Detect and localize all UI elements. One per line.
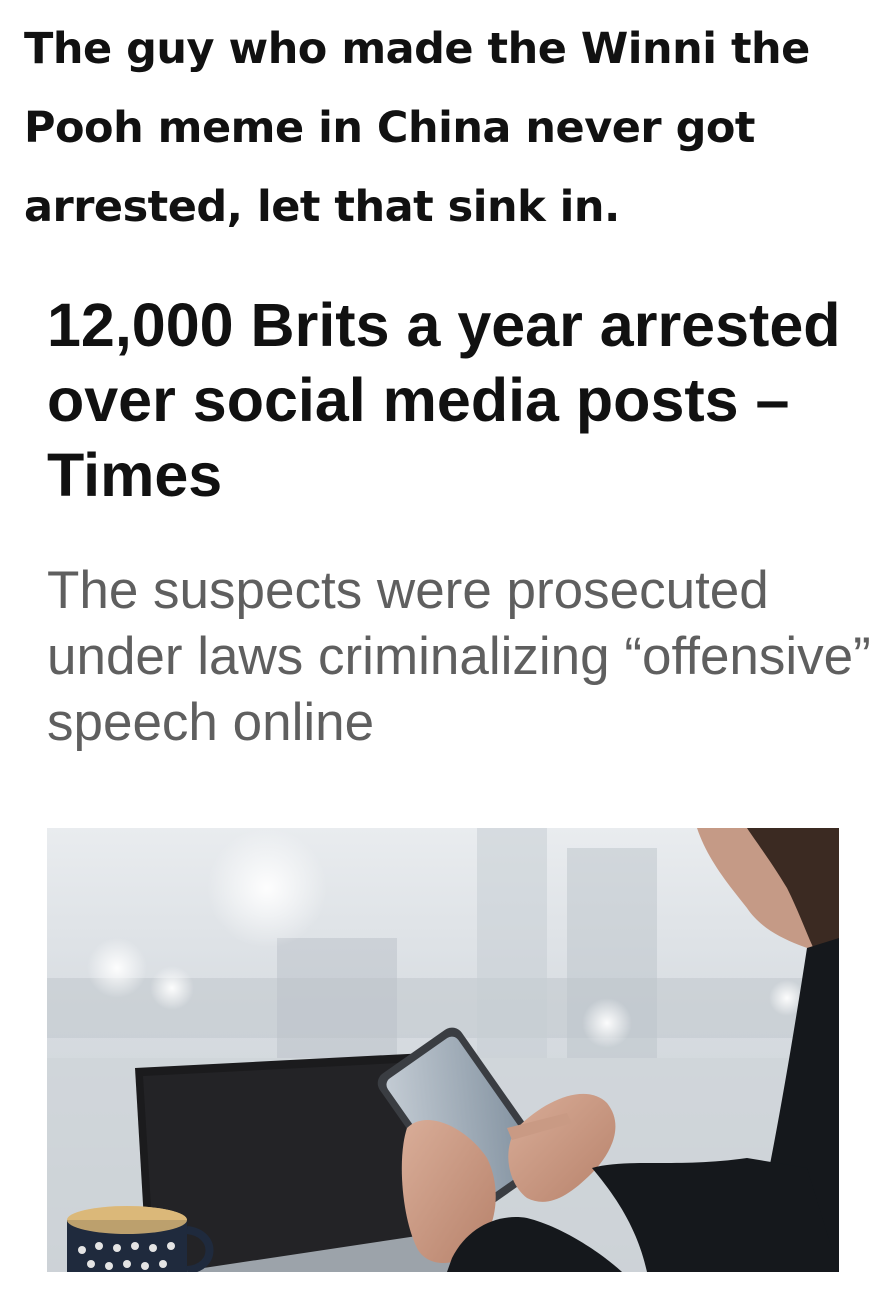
article-subheadline: The suspects were prosecuted under laws …: [47, 561, 871, 752]
article-headline: 12,000 Brits a year arrested over social…: [47, 291, 841, 509]
article-photo: [47, 828, 839, 1272]
meme-post: The guy who made the Winni the Pooh meme…: [0, 0, 887, 1295]
meme-caption: The guy who made the Winni the Pooh meme…: [24, 24, 810, 232]
smartphone-user-illustration: [47, 828, 839, 1272]
